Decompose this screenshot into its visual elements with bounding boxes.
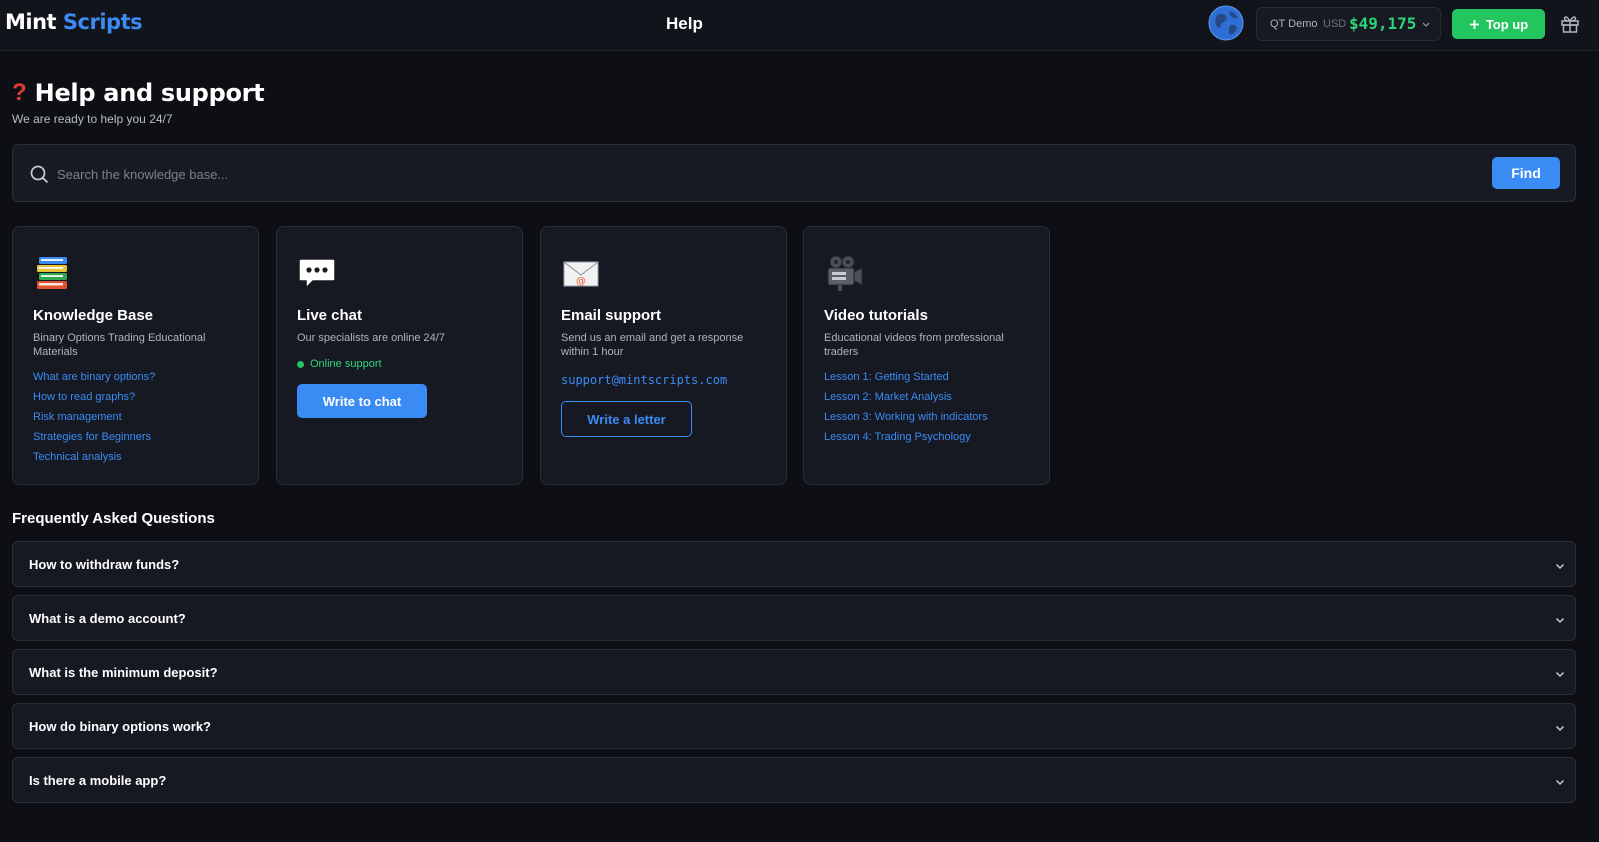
live-chat-card: Live chat Our specialists are online 24/… — [276, 226, 523, 485]
svg-text:@: @ — [576, 276, 586, 287]
video-tutorials-links: Lesson 1: Getting Started Lesson 2: Mark… — [824, 371, 988, 451]
video-lesson-link[interactable]: Lesson 1: Getting Started — [824, 371, 988, 391]
movie-camera-icon — [827, 255, 863, 291]
chevron-down-icon — [1555, 563, 1565, 570]
email-support-description: Send us an email and get a response with… — [561, 332, 744, 358]
video-lesson-link[interactable]: Lesson 2: Market Analysis — [824, 391, 988, 411]
help-heading: ? Help and support — [12, 78, 265, 108]
video-lesson-link[interactable]: Lesson 3: Working with indicators — [824, 411, 988, 431]
top-up-label: Top up — [1485, 16, 1529, 32]
plus-icon — [1469, 19, 1479, 29]
find-button[interactable]: Find — [1492, 157, 1560, 189]
knowledge-link[interactable]: Technical analysis — [33, 451, 155, 471]
question-mark-icon: ? — [12, 79, 27, 106]
speech-bubble-icon — [298, 258, 336, 290]
email-support-title: Email support — [561, 307, 662, 324]
faq-question: How do binary options work? — [29, 719, 211, 734]
video-lesson-link[interactable]: Lesson 4: Trading Psychology — [824, 431, 988, 451]
envelope-icon: @ — [563, 261, 599, 287]
faq-title: Frequently Asked Questions — [12, 510, 215, 527]
books-icon — [37, 257, 67, 289]
knowledge-search-bar: Find — [12, 144, 1576, 202]
page-title: Help — [666, 14, 703, 33]
faq-question: How to withdraw funds? — [29, 557, 180, 572]
chevron-down-icon — [1555, 779, 1565, 786]
top-bar: Mint Scripts Help QT Demo USD $49,175 To… — [0, 0, 1599, 51]
help-title: Help and support — [34, 79, 265, 107]
knowledge-link[interactable]: Strategies for Beginners — [33, 431, 155, 451]
video-tutorials-title: Video tutorials — [824, 307, 928, 324]
knowledge-link[interactable]: Risk management — [33, 411, 155, 431]
brand-logo[interactable]: Mint Scripts — [5, 10, 143, 34]
write-to-chat-button[interactable]: Write to chat — [297, 384, 427, 418]
faq-item[interactable]: What is a demo account? — [12, 595, 1576, 641]
chevron-down-icon — [1555, 617, 1565, 624]
knowledge-base-links: What are binary options? How to read gra… — [33, 371, 155, 471]
brand-name-part2: Scripts — [62, 10, 143, 34]
knowledge-base-description: Binary Options Trading Educational Mater… — [33, 332, 206, 358]
search-icon — [30, 165, 48, 183]
live-chat-title: Live chat — [297, 307, 363, 324]
chevron-down-icon — [1555, 725, 1565, 732]
write-letter-button[interactable]: Write a letter — [561, 401, 692, 437]
top-up-button[interactable]: Top up — [1452, 9, 1545, 39]
email-support-card: @ Email support Send us an email and get… — [540, 226, 787, 485]
currency-label: USD — [1323, 18, 1347, 30]
help-subtitle: We are ready to help you 24/7 — [12, 112, 173, 126]
knowledge-base-title: Knowledge Base — [33, 307, 154, 324]
faq-item[interactable]: How do binary options work? — [12, 703, 1576, 749]
faq-question: What is a demo account? — [29, 611, 186, 626]
account-type: QT Demo — [1270, 18, 1318, 30]
knowledge-link[interactable]: How to read graphs? — [33, 391, 155, 411]
video-tutorials-description: Educational videos from professional tra… — [824, 332, 1004, 358]
search-input[interactable] — [57, 159, 1157, 189]
gift-icon[interactable] — [1560, 14, 1580, 34]
brand-name-part1: Mint — [5, 10, 57, 34]
live-chat-description: Our specialists are online 24/7 — [297, 332, 445, 344]
knowledge-base-card: Knowledge Base Binary Options Trading Ed… — [12, 226, 259, 485]
globe-icon[interactable] — [1208, 5, 1244, 41]
status-dot-icon — [297, 360, 304, 368]
online-status-label: Online support — [310, 358, 382, 370]
video-tutorials-card: Video tutorials Educational videos from … — [803, 226, 1050, 485]
online-status: Online support — [297, 358, 382, 370]
chevron-down-icon — [1555, 671, 1565, 678]
faq-question: Is there a mobile app? — [29, 773, 167, 788]
faq-question: What is the minimum deposit? — [29, 665, 218, 680]
support-email-link[interactable]: support@mintscripts.com — [561, 373, 727, 387]
chevron-down-icon — [1422, 22, 1430, 27]
knowledge-link[interactable]: What are binary options? — [33, 371, 155, 391]
faq-item[interactable]: Is there a mobile app? — [12, 757, 1576, 803]
account-balance-selector[interactable]: QT Demo USD $49,175 — [1256, 7, 1441, 41]
faq-item[interactable]: What is the minimum deposit? — [12, 649, 1576, 695]
faq-item[interactable]: How to withdraw funds? — [12, 541, 1576, 587]
balance-amount: $49,175 — [1349, 14, 1417, 33]
